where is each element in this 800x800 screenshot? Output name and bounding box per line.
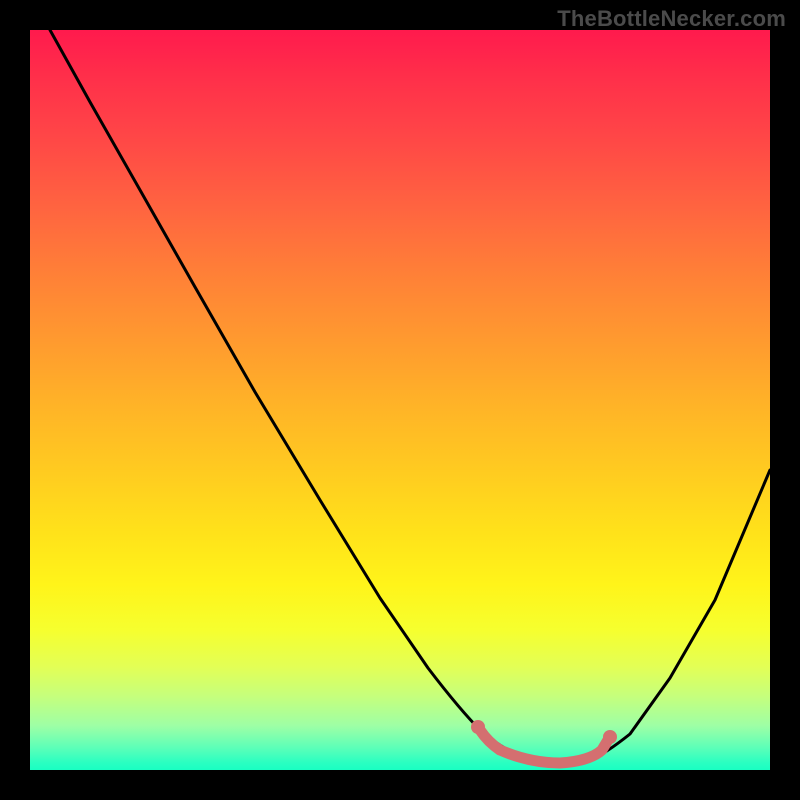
highlight-dot-right <box>603 730 617 744</box>
watermark-text: TheBottleNecker.com <box>557 6 786 32</box>
chart-frame <box>30 30 770 770</box>
highlight-dot-left <box>471 720 485 734</box>
highlight-curve <box>480 730 608 763</box>
chart-svg <box>30 30 770 770</box>
main-curve <box>50 30 770 764</box>
